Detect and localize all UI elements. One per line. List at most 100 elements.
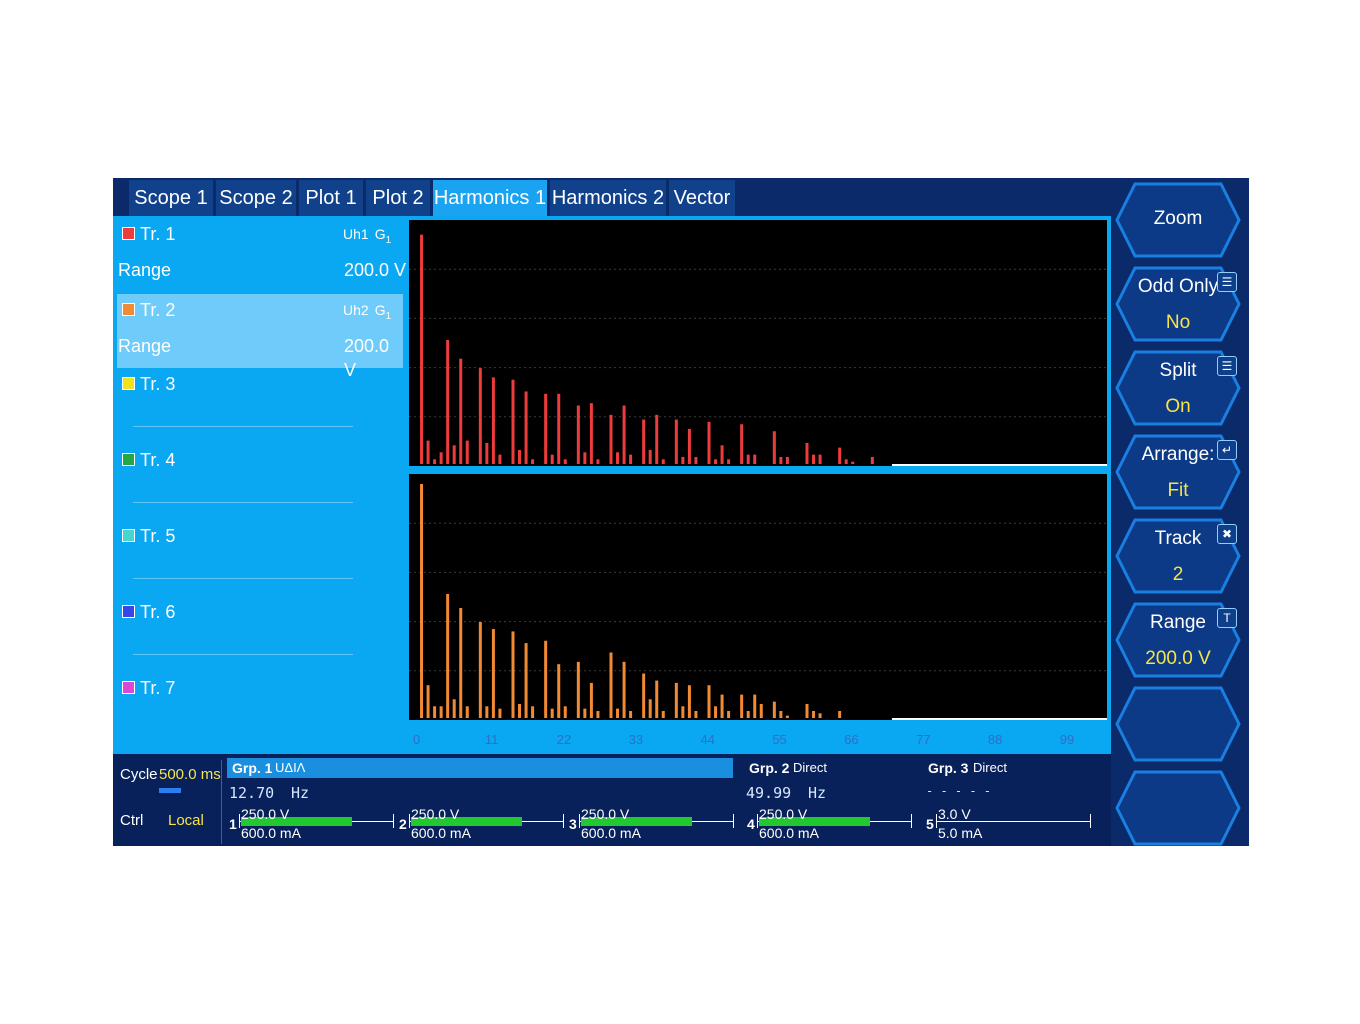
harmonic-bar [452, 445, 456, 464]
track-group: G [374, 226, 386, 242]
meter-tick [409, 814, 410, 828]
harmonic-bar [420, 234, 424, 464]
harmonic-bar [746, 454, 750, 464]
channel-current: 600.0 mA [411, 825, 471, 841]
harmonic-bar [485, 442, 489, 464]
softkey-odd-only[interactable]: Odd Only No ☰ [1115, 266, 1241, 342]
harmonic-bar [785, 715, 789, 718]
harmonic-bar [772, 701, 776, 718]
channel-meter-1: 1 250.0 V 600.0 mA [229, 806, 399, 841]
harmonic-bar [746, 710, 750, 718]
track-group-index: 1 [385, 310, 392, 322]
tab-vector[interactable]: Vector [669, 180, 735, 216]
harmonic-bar [622, 661, 626, 718]
group2-name: Grp. 2 [749, 760, 790, 776]
group2-unit: Hz [808, 784, 827, 802]
harmonic-bar [446, 593, 450, 718]
harmonic-bar [818, 713, 822, 718]
softkey-value: 200.0 V [1145, 648, 1211, 669]
harmonic-bar [563, 459, 567, 464]
softkey-arrange[interactable]: Arrange: Fit ↵ [1115, 434, 1241, 510]
softkey-blank-7[interactable] [1115, 770, 1241, 846]
harmonics-plot-area: 0 11 22 33 44 55 66 77 88 99 [409, 216, 1111, 754]
tab-scope-2[interactable]: Scope 2 [216, 180, 296, 216]
track-separator [133, 426, 353, 427]
track-panel: Tr. 1 Uh1 G1 Range 200.0 V Tr. 2 Uh2 G1 Range 200… [113, 216, 409, 754]
softkey-track[interactable]: Track 2 ✖ [1115, 518, 1241, 594]
track-separator [133, 654, 353, 655]
harmonic-bar [687, 685, 691, 718]
tab-plot-1[interactable]: Plot 1 [299, 180, 363, 216]
harmonic-bar [759, 703, 763, 718]
harmonic-bar [851, 461, 855, 464]
x-tick-label: 44 [700, 732, 714, 747]
harmonic-bar [544, 393, 548, 464]
harmonic-bar [812, 710, 816, 718]
harmonic-bar [740, 424, 744, 464]
harmonic-bar [465, 440, 469, 464]
track-item-2[interactable]: Tr. 2 Uh2 G1 Range 200.0 V [117, 294, 403, 380]
harmonic-bar [753, 454, 757, 464]
track-label: Tr. 4 [140, 450, 176, 470]
group1-mode: UΔIΛ [275, 760, 306, 775]
track-item-3[interactable]: Tr. 3 [113, 368, 409, 408]
meter-tick [1090, 814, 1091, 828]
harmonic-bar [681, 456, 685, 464]
group3-name: Grp. 3 [928, 760, 969, 776]
ctrl-label: Ctrl [120, 812, 144, 829]
track-item-6[interactable]: Tr. 6 [113, 596, 409, 636]
meter-tick [579, 814, 580, 828]
harmonic-bar [426, 685, 430, 718]
tab-harmonics-2[interactable]: Harmonics 2 [550, 180, 666, 216]
x-tick-label: 55 [772, 732, 786, 747]
x-tick-label: 22 [557, 732, 571, 747]
channel-voltage: 250.0 V [411, 806, 460, 822]
softkey-value: No [1165, 312, 1191, 333]
harmonic-bar [433, 706, 437, 718]
harmonic-bar [844, 459, 848, 464]
harmonic-bar [544, 640, 548, 718]
harmonic-bar [681, 706, 685, 718]
harmonic-bar [812, 454, 816, 464]
tab-harmonics-1[interactable]: Harmonics 1 [433, 180, 547, 216]
harmonic-bar [714, 459, 718, 464]
harmonic-bar [491, 377, 495, 464]
x-tick-label: 11 [485, 732, 499, 747]
harmonic-bar [707, 685, 711, 718]
tab-scope-1[interactable]: Scope 1 [129, 180, 213, 216]
track-item-4[interactable]: Tr. 4 [113, 444, 409, 484]
softkey-blank-6[interactable] [1115, 686, 1241, 762]
harmonic-bar [805, 442, 809, 464]
status-bar: Cycle 500.0 ms Ctrl Local Grp. 1 UΔIΛ 12… [113, 754, 1111, 846]
track-color-swatch [122, 529, 135, 542]
harmonic-bar [511, 379, 515, 464]
track-label: Tr. 7 [140, 678, 176, 698]
group1-unit: Hz [291, 784, 310, 802]
track-label: Tr. 1 [140, 224, 176, 244]
channel-voltage: 3.0 V [938, 806, 971, 822]
harmonic-bar [616, 708, 620, 718]
harmonic-bar [648, 449, 652, 464]
softkey-zoom[interactable]: Zoom [1115, 182, 1241, 258]
softkey-range[interactable]: Range 200.0 VT [1115, 602, 1241, 678]
harmonic-bar [674, 419, 678, 464]
track-group: G [374, 302, 386, 318]
softkey-split[interactable]: Split On ☰ [1115, 350, 1241, 426]
track-item-7[interactable]: Tr. 7 [113, 672, 409, 712]
harmonic-bar [629, 454, 633, 464]
channel-current: 600.0 mA [581, 825, 641, 841]
track-item-1[interactable]: Tr. 1 Uh1 G1 Range 200.0 V [113, 218, 409, 292]
harmonics-panel-2 [409, 474, 1107, 720]
tab-plot-2[interactable]: Plot 2 [366, 180, 430, 216]
harmonic-bar [420, 484, 424, 718]
meter-tick [239, 814, 240, 828]
track-group-index: 1 [385, 234, 392, 246]
x-tick-label: 33 [629, 732, 643, 747]
harmonic-bar [629, 710, 633, 718]
track-item-5[interactable]: Tr. 5 [113, 520, 409, 560]
harmonic-bar [642, 419, 646, 464]
harmonic-bar [583, 708, 587, 718]
harmonic-bar [452, 699, 456, 718]
harmonic-bar [518, 449, 522, 464]
instrument-screen: Scope 1 Scope 2 Plot 1 Plot 2 Harmonics 1 Har… [113, 178, 1249, 846]
